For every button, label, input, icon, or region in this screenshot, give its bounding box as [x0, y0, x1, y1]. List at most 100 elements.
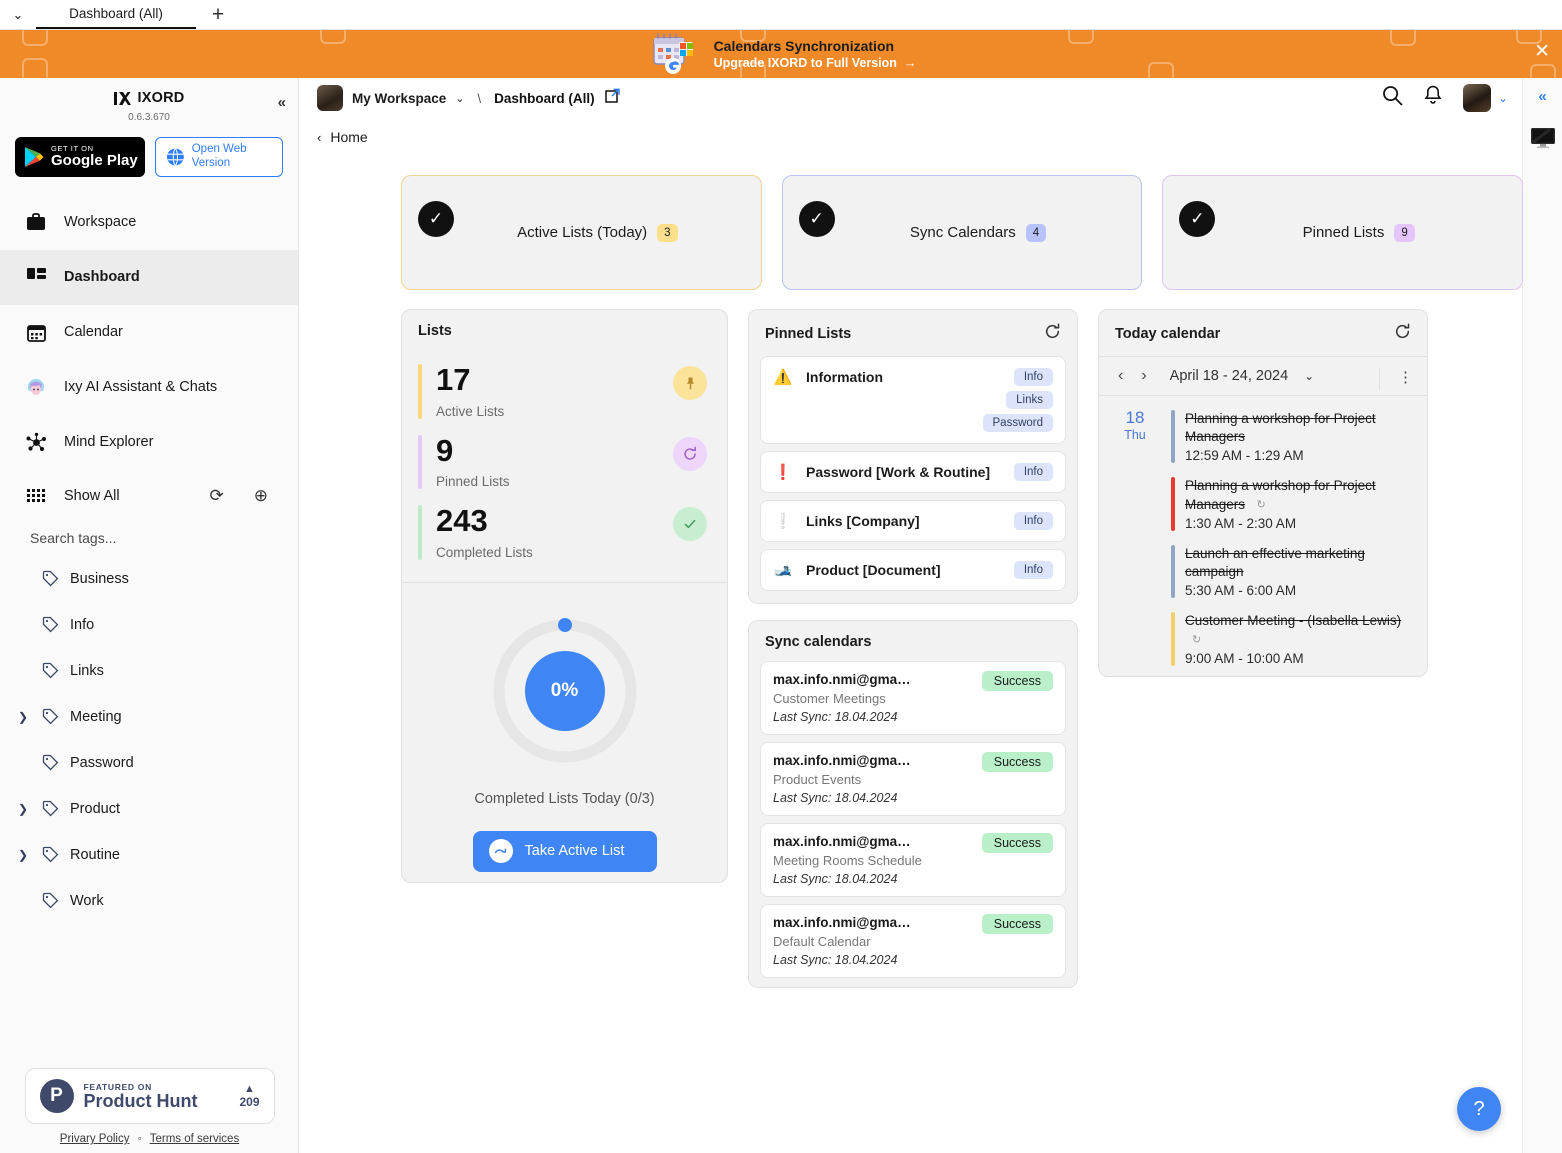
- ixord-mark-icon: [113, 91, 131, 105]
- sidebar-item-calendar[interactable]: Calendar: [0, 305, 298, 360]
- metric-label: Completed Lists: [436, 544, 533, 560]
- take-active-list-button[interactable]: Take Active List: [472, 830, 657, 872]
- chevron-right-icon[interactable]: ❯: [16, 802, 30, 816]
- new-tab-button[interactable]: +: [196, 0, 240, 29]
- product-hunt-name: Product Hunt: [83, 1090, 198, 1111]
- banner-decor-shape: [22, 58, 48, 78]
- tag-icon: [40, 846, 60, 863]
- bell-icon[interactable]: [1423, 85, 1443, 111]
- promo-banner[interactable]: Calendars Synchronization Upgrade IXORD …: [0, 30, 1562, 78]
- day-number: 18: [1125, 408, 1145, 427]
- today-calendar-header: Today calendar: [1099, 310, 1427, 356]
- progress-ring: 0%: [485, 611, 645, 771]
- sidebar-item-dashboard[interactable]: Dashboard: [0, 249, 298, 305]
- tag-item-product[interactable]: ❯ Product: [0, 786, 298, 832]
- list-item[interactable]: max.info.nmi@gma… Product Events Last Sy…: [760, 742, 1066, 816]
- search-tags-input[interactable]: Search tags...: [0, 522, 298, 556]
- metric-completed-lists[interactable]: 243 Completed Lists: [418, 495, 711, 566]
- sidebar-item-workspace[interactable]: Workspace: [0, 195, 298, 250]
- list-item[interactable]: ❗ Password [Work & Routine] Info: [760, 451, 1066, 493]
- stat-card-pinned-lists[interactable]: ✓ Pinned Lists 9: [1162, 175, 1524, 290]
- tag-item-links[interactable]: Links: [0, 648, 298, 694]
- search-icon[interactable]: [1382, 85, 1403, 111]
- collapse-sidebar-icon[interactable]: «: [278, 94, 286, 111]
- product-hunt-badge[interactable]: P FEATURED ON Product Hunt ▲ 209: [24, 1068, 275, 1124]
- calendar-event[interactable]: Planning a workshop for Project Managers…: [1171, 404, 1417, 471]
- workspace-chevron-down-icon[interactable]: ⌄: [455, 92, 464, 105]
- tab-list-chevron-icon[interactable]: ⌄: [0, 0, 36, 29]
- sync-calendars-title: Sync calendars: [765, 634, 872, 650]
- metric-pinned-lists[interactable]: 9 Pinned Lists: [418, 425, 711, 496]
- left-sidebar: IXORD 0.6.3.670 « GET IT ON Google Play: [0, 78, 299, 1153]
- progress-caption: Completed Lists Today (0/3): [474, 790, 655, 807]
- stat-card-label: Sync Calendars: [909, 224, 1016, 241]
- dashboard-board: ✓ Active Lists (Today) 3 ✓ Sync Calendar…: [401, 175, 1524, 988]
- banner-close-icon[interactable]: ✕: [1534, 42, 1550, 61]
- list-item[interactable]: max.info.nmi@gma… Meeting Rooms Schedule…: [760, 823, 1066, 897]
- list-item[interactable]: ⚠️ Information Info Links Password: [760, 356, 1066, 444]
- breadcrumb-home[interactable]: Home: [330, 129, 367, 145]
- calendar-event[interactable]: Planning a workshop for Project Managers…: [1171, 471, 1417, 538]
- refresh-circle-icon: [673, 436, 707, 471]
- list-item[interactable]: 🎿 Product [Document] Info: [760, 549, 1066, 591]
- tag-label: Password: [70, 754, 134, 771]
- status-badge: Success: [981, 671, 1053, 691]
- sidebar-item-show-all[interactable]: Show All ⟳ ⊕: [0, 470, 298, 522]
- calendar-date-range[interactable]: April 18 - 24, 2024: [1170, 368, 1289, 384]
- help-button[interactable]: ?: [1457, 1087, 1501, 1131]
- chevron-right-icon[interactable]: ❯: [16, 848, 30, 862]
- calendar-next-icon[interactable]: ›: [1136, 367, 1151, 385]
- calendar-more-options-icon[interactable]: ⋮: [1379, 368, 1413, 390]
- chevron-right-icon[interactable]: ❯: [16, 710, 30, 724]
- globe-icon: [166, 147, 184, 166]
- banner-title: Calendars Synchronization: [713, 38, 895, 54]
- list-item[interactable]: max.info.nmi@gma… Default Calendar Last …: [760, 904, 1066, 978]
- calendar-event[interactable]: Launch an effective marketing campaign 5…: [1171, 539, 1417, 606]
- back-chevron-icon[interactable]: ‹: [317, 130, 321, 145]
- add-tag-icon[interactable]: ⊕: [254, 486, 268, 506]
- stat-card-sync-calendars[interactable]: ✓ Sync Calendars 4: [781, 175, 1143, 290]
- calendar-event-list[interactable]: 18 Thu Planning a workshop for Project M…: [1099, 396, 1427, 674]
- calendar-day-number: 18 Thu: [1099, 404, 1171, 674]
- list-item[interactable]: max.info.nmi@gma… Customer Meetings Last…: [760, 661, 1066, 735]
- stat-card-active-lists[interactable]: ✓ Active Lists (Today) 3: [401, 175, 762, 290]
- user-menu[interactable]: ⌄: [1462, 84, 1508, 112]
- calendar-range-chevron-down-icon[interactable]: ⌄: [1304, 369, 1314, 383]
- terms-of-services-link[interactable]: Terms of services: [150, 1133, 239, 1145]
- google-play-badge[interactable]: GET IT ON Google Play: [15, 136, 145, 177]
- tag-item-business[interactable]: Business: [0, 556, 298, 602]
- sidebar-item-mind-explorer[interactable]: Mind Explorer: [0, 415, 298, 470]
- workspace-name[interactable]: My Workspace: [352, 91, 446, 106]
- privacy-policy-link[interactable]: Privary Policy: [60, 1133, 130, 1145]
- tag-item-info[interactable]: Info: [0, 602, 298, 648]
- open-web-version-button[interactable]: Open Web Version: [155, 136, 283, 177]
- tag-item-meeting[interactable]: ❯ Meeting: [0, 694, 298, 740]
- sync-calendars-body[interactable]: max.info.nmi@gma… Customer Meetings Last…: [749, 661, 1077, 978]
- calendar-event[interactable]: Customer Meeting - (Isabella Lewis) ↻ 9:…: [1171, 606, 1417, 673]
- browser-tabstrip: ⌄ Dashboard (All) +: [0, 0, 1562, 30]
- pinned-list-tags: Info: [1013, 512, 1053, 530]
- status-badge: Success: [981, 914, 1053, 934]
- legal-links: Privary Policy ◦ Terms of services: [0, 1133, 299, 1145]
- monitor-icon[interactable]: [1530, 127, 1556, 154]
- skier-icon: 🎿: [773, 562, 793, 579]
- tag-item-work[interactable]: Work: [0, 878, 298, 924]
- sidebar-item-label: Mind Explorer: [64, 434, 154, 450]
- status-badge: Success: [981, 752, 1053, 772]
- tab-dashboard-all[interactable]: Dashboard (All): [36, 0, 196, 29]
- refresh-tags-icon[interactable]: ⟳: [210, 486, 224, 506]
- tag-item-password[interactable]: Password: [0, 740, 298, 786]
- tag-item-routine[interactable]: ❯ Routine: [0, 832, 298, 878]
- sidebar-item-ixy-ai-assistant[interactable]: Ixy AI Assistant & Chats: [0, 360, 298, 415]
- collapse-right-panel-icon[interactable]: «: [1538, 88, 1546, 105]
- metric-active-lists[interactable]: 17 Active Lists: [418, 354, 711, 425]
- refresh-icon[interactable]: [1044, 323, 1061, 345]
- event-sync-icon: ↻: [1256, 498, 1266, 511]
- banner-upgrade-link[interactable]: Upgrade IXORD to Full Version →: [714, 56, 917, 70]
- list-item[interactable]: ❕ Links [Company] Info: [760, 500, 1066, 542]
- calendar-prev-icon[interactable]: ‹: [1113, 367, 1128, 385]
- briefcase-icon: [24, 213, 48, 231]
- external-link-icon[interactable]: [604, 88, 620, 108]
- exclamation-grey-icon: ❕: [773, 513, 793, 530]
- refresh-icon[interactable]: [1394, 323, 1411, 345]
